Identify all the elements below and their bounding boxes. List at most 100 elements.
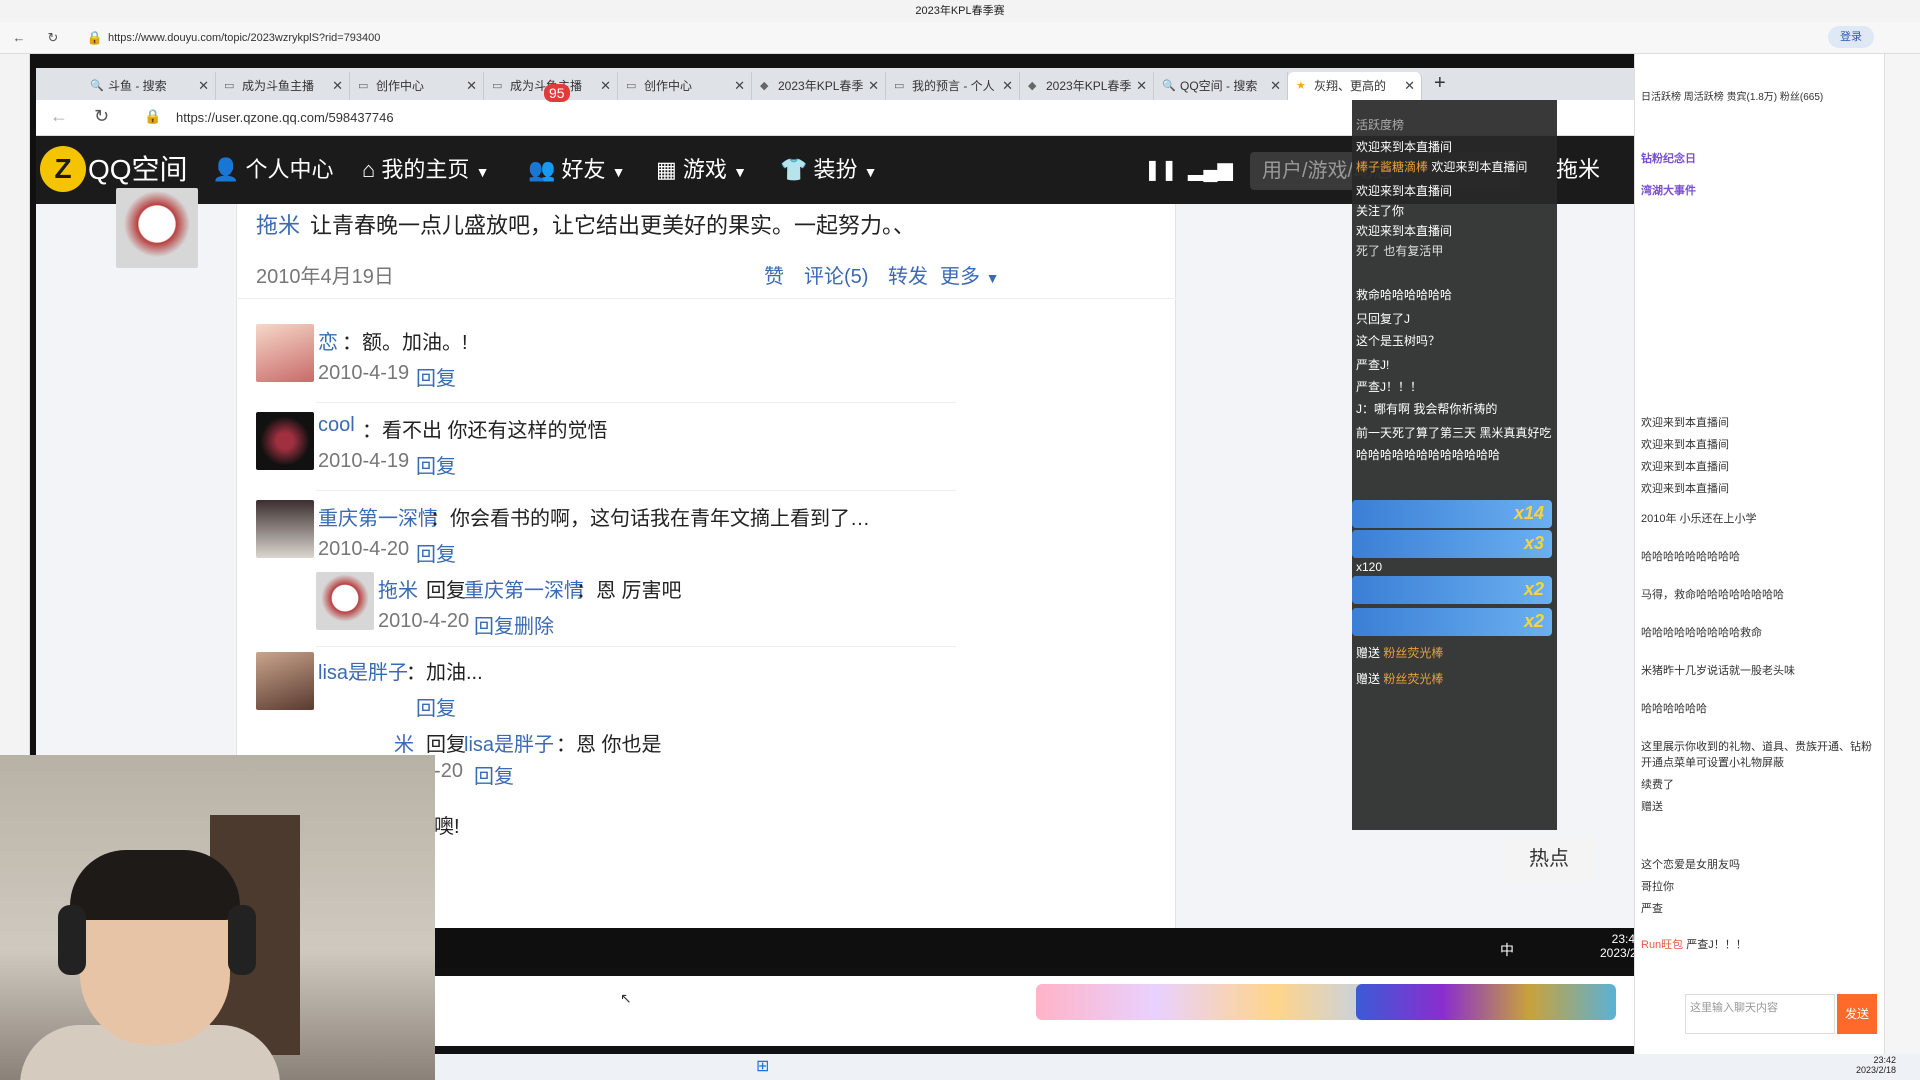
post-author[interactable]: 拖米 bbox=[256, 208, 300, 240]
hotpoint-button[interactable]: 热点 bbox=[1504, 835, 1594, 883]
chat-message: 续费了 bbox=[1641, 776, 1879, 792]
nav-username[interactable]: 拖米 bbox=[1556, 136, 1600, 204]
tab-item[interactable]: 🔍 斗鱼 - 搜索 ✕ bbox=[82, 72, 216, 100]
delete-button[interactable]: 删除 bbox=[514, 610, 554, 639]
rank-tab[interactable]: 贵宾(1.8万) bbox=[1727, 92, 1778, 103]
tab-item[interactable]: ▭ 创作中心 ✕ bbox=[618, 72, 752, 100]
chat-message: 米猪昨十几岁说话就一股老头味 bbox=[1641, 662, 1879, 678]
close-icon[interactable]: ✕ bbox=[734, 72, 745, 100]
comment-user[interactable]: cool bbox=[318, 414, 355, 437]
gift-word: 赠送 bbox=[1356, 672, 1381, 686]
tab-item[interactable]: ◆ 2023年KPL春季 ✕ bbox=[752, 72, 886, 100]
nav-dress[interactable]: 👕 装扮 ▼ bbox=[780, 136, 878, 204]
close-icon[interactable]: ✕ bbox=[1002, 72, 1013, 100]
comment-avatar[interactable] bbox=[256, 412, 314, 470]
close-icon[interactable]: ✕ bbox=[198, 72, 209, 100]
gift-icons-row-2[interactable] bbox=[1356, 984, 1616, 1020]
comment-avatar[interactable] bbox=[256, 500, 314, 558]
streamer-hair bbox=[70, 850, 240, 920]
close-icon[interactable]: ✕ bbox=[1136, 72, 1147, 100]
chat-text: 关注了你 bbox=[1356, 204, 1405, 218]
chat-line: J：哪有啊 我会帮你祈祷的 bbox=[1356, 400, 1552, 417]
nav-my-home[interactable]: ⌂ 我的主页 ▼ bbox=[362, 136, 489, 204]
comment-avatar[interactable] bbox=[256, 652, 314, 710]
close-icon[interactable]: ✕ bbox=[1404, 72, 1415, 100]
comment-user[interactable]: 重庆第一深情 bbox=[318, 502, 438, 531]
page-icon: ▭ bbox=[492, 80, 503, 92]
reply-button[interactable]: 回复 bbox=[416, 450, 456, 479]
outer-address-bar[interactable]: https://www.douyu.com/topic/2023wzrykplS… bbox=[78, 27, 1638, 49]
rank-tabs[interactable]: 日活跃榜 周活跃榜 贵宾(1.8万) 粉丝(665) bbox=[1641, 88, 1879, 103]
reply-button[interactable]: 回复 bbox=[474, 760, 514, 789]
reply-button[interactable]: 回复 bbox=[416, 692, 456, 721]
close-icon[interactable]: ✕ bbox=[466, 72, 477, 100]
person-icon: 👤 bbox=[212, 157, 240, 182]
tab-item[interactable]: ▭ 成为斗鱼主播 ✕ bbox=[216, 72, 350, 100]
inner-taskbar bbox=[430, 928, 1634, 968]
rank-tab[interactable]: 日活跃榜 bbox=[1641, 92, 1681, 103]
page-icon: ▭ bbox=[224, 80, 235, 92]
stream-chat-overlay: 活跃度榜 欢迎来到本直播间 棒子酱糖滴棒 欢迎来到本直播间 欢迎来到本直播间 关… bbox=[1352, 100, 1557, 830]
nav-friends[interactable]: 👥 好友 ▼ bbox=[528, 136, 626, 204]
comment-avatar[interactable] bbox=[256, 324, 314, 382]
refresh-icon[interactable]: ↻ bbox=[44, 30, 62, 46]
comment-user[interactable]: lisa是胖子 bbox=[318, 656, 408, 685]
qzone-logo[interactable]: Z QQ空间 bbox=[38, 146, 188, 194]
close-icon[interactable]: ✕ bbox=[332, 72, 343, 100]
pause-icon[interactable]: ❚❚ bbox=[1144, 136, 1178, 204]
nav-label: 装扮 bbox=[813, 157, 858, 182]
back-icon[interactable]: ← bbox=[50, 106, 68, 127]
nav-label: 好友 bbox=[561, 157, 606, 182]
ime-indicator[interactable]: 中 bbox=[1500, 940, 1514, 960]
reply-target[interactable]: lisa是胖子 bbox=[464, 728, 554, 757]
tab-item[interactable]: ▭ 创作中心 ✕ bbox=[350, 72, 484, 100]
chat-line: 救命哈哈哈哈哈哈 bbox=[1356, 286, 1552, 303]
chat-message: 欢迎来到本直播间 bbox=[1641, 414, 1879, 430]
nav-games[interactable]: ▦ 游戏 ▼ bbox=[656, 136, 747, 204]
reply-user[interactable]: 米 bbox=[394, 728, 414, 757]
event-label[interactable]: 湾湖大事件 bbox=[1641, 182, 1879, 198]
rank-tab[interactable]: 粉丝(665) bbox=[1780, 92, 1823, 103]
comment-text: ：看不出 你还有这样的觉悟 bbox=[362, 420, 608, 442]
reply-text: ：恩 厉害吧 bbox=[576, 580, 682, 602]
reply-target[interactable]: 重庆第一深情 bbox=[464, 574, 584, 603]
like-button[interactable]: 赞 bbox=[764, 260, 784, 289]
close-icon[interactable]: ✕ bbox=[1270, 72, 1281, 100]
fan-anniversary[interactable]: 钻粉纪念日 bbox=[1641, 150, 1879, 166]
author-avatar[interactable] bbox=[116, 188, 198, 268]
reply-button[interactable]: 回复 bbox=[416, 362, 456, 391]
new-tab-icon[interactable]: + bbox=[1434, 72, 1446, 95]
signal-icon[interactable]: ▂▄▆ bbox=[1188, 136, 1233, 204]
login-button[interactable]: 登录 bbox=[1828, 26, 1874, 48]
start-icon[interactable]: ⊞ bbox=[756, 1056, 769, 1076]
refresh-icon[interactable]: ↻ bbox=[94, 106, 109, 127]
chat-line: 只回复了J bbox=[1356, 310, 1552, 327]
chat-input[interactable]: 这里输入聊天内容 bbox=[1685, 994, 1835, 1034]
search-icon: 🔍 bbox=[90, 80, 104, 92]
tab-item[interactable]: ◆ 2023年KPL春季 ✕ bbox=[1020, 72, 1154, 100]
gift-icons-row[interactable] bbox=[1036, 984, 1396, 1020]
close-icon[interactable]: ✕ bbox=[600, 72, 611, 100]
reply-avatar[interactable] bbox=[316, 572, 374, 630]
inner-url[interactable]: https://user.qzone.qq.com/598437746 bbox=[176, 106, 394, 130]
comment-user[interactable]: 恋 bbox=[318, 326, 338, 355]
reply-user[interactable]: 拖米 bbox=[378, 574, 418, 603]
chat-line: 欢迎来到本直播间 bbox=[1356, 222, 1552, 239]
tab-item-active[interactable]: ★ 灰翔、更高的 ✕ bbox=[1288, 72, 1422, 100]
nav-personal-center[interactable]: 👤 个人中心 bbox=[212, 136, 334, 204]
reply-button[interactable]: 回复 bbox=[474, 610, 514, 639]
reply-button[interactable]: 回复 bbox=[416, 538, 456, 567]
qzone-logo-icon: Z bbox=[40, 146, 86, 192]
comment-button[interactable]: 评论(5) bbox=[804, 260, 868, 289]
forward-button[interactable]: 转发 bbox=[888, 260, 928, 289]
more-button[interactable]: 更多 ▼ bbox=[940, 260, 999, 289]
chat-text: 救命哈哈哈哈哈哈 bbox=[1356, 288, 1453, 302]
back-icon[interactable]: ← bbox=[10, 30, 28, 46]
rank-tab[interactable]: 周活跃榜 bbox=[1684, 92, 1724, 103]
close-icon[interactable]: ✕ bbox=[868, 72, 879, 100]
tab-item[interactable]: 🔍 QQ空间 - 搜索 ✕ bbox=[1154, 72, 1288, 100]
send-button[interactable]: 发送 bbox=[1837, 994, 1877, 1034]
grid-icon: ▦ bbox=[656, 157, 677, 182]
star-icon: ★ bbox=[1296, 80, 1306, 92]
tab-item[interactable]: ▭ 我的预言 - 个人 ✕ bbox=[886, 72, 1020, 100]
